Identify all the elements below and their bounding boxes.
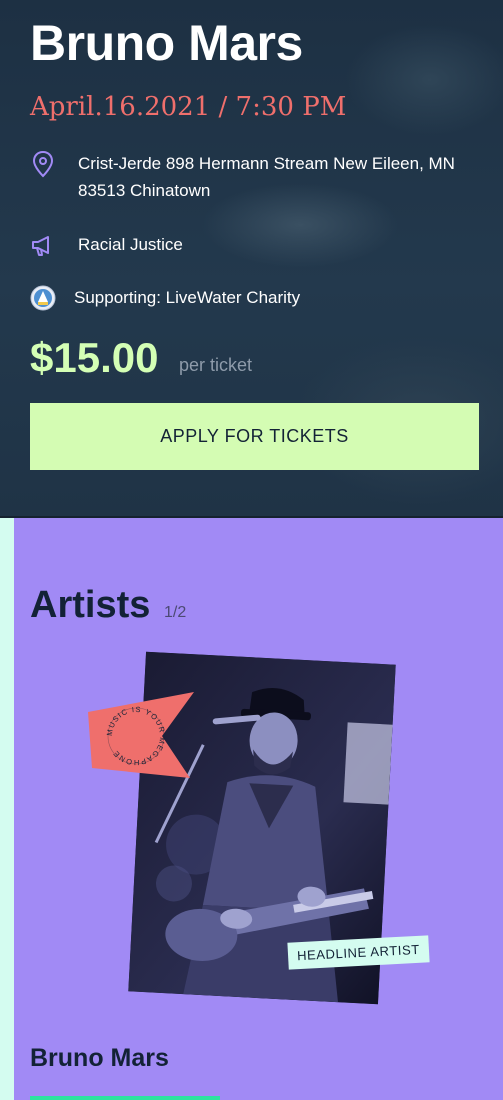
apply-for-tickets-button[interactable]: APPLY FOR TICKETS (30, 403, 479, 470)
event-address: Crist-Jerde 898 Hermann Stream New Eilee… (78, 154, 455, 200)
artist-name-underline (30, 1096, 220, 1100)
event-cause: Racial Justice (78, 235, 183, 254)
ticket-price: $15.00 (30, 334, 159, 381)
event-supporting: Supporting: LiveWater Charity (74, 288, 301, 307)
artists-heading: Artists (30, 584, 151, 626)
artist-name[interactable]: Bruno Mars (30, 1044, 169, 1073)
section-accent-strip (0, 518, 14, 1100)
ticket-price-unit: per ticket (179, 355, 253, 375)
event-charity-row: Supporting: LiveWater Charity (30, 284, 300, 312)
event-title: Bruno Mars (30, 15, 303, 71)
charity-logo-icon (30, 284, 56, 312)
megaphone-icon (30, 231, 56, 259)
event-hero: Bruno Mars April.16.2021 / 7:30 PM Crist… (0, 0, 503, 518)
event-cause-row: Racial Justice (30, 231, 183, 259)
map-pin-icon (30, 150, 56, 178)
event-date-time: April.16.2021 / 7:30 PM (30, 92, 347, 122)
artists-section: Artists 1/2 MUSIC IS YOUR MEGAPHONE HEAD… (0, 518, 503, 1100)
artists-counter: 1/2 (164, 604, 187, 621)
event-location-row: Crist-Jerde 898 Hermann Stream New Eilee… (30, 150, 470, 204)
music-megaphone-sticker: MUSIC IS YOUR MEGAPHONE (88, 692, 194, 778)
